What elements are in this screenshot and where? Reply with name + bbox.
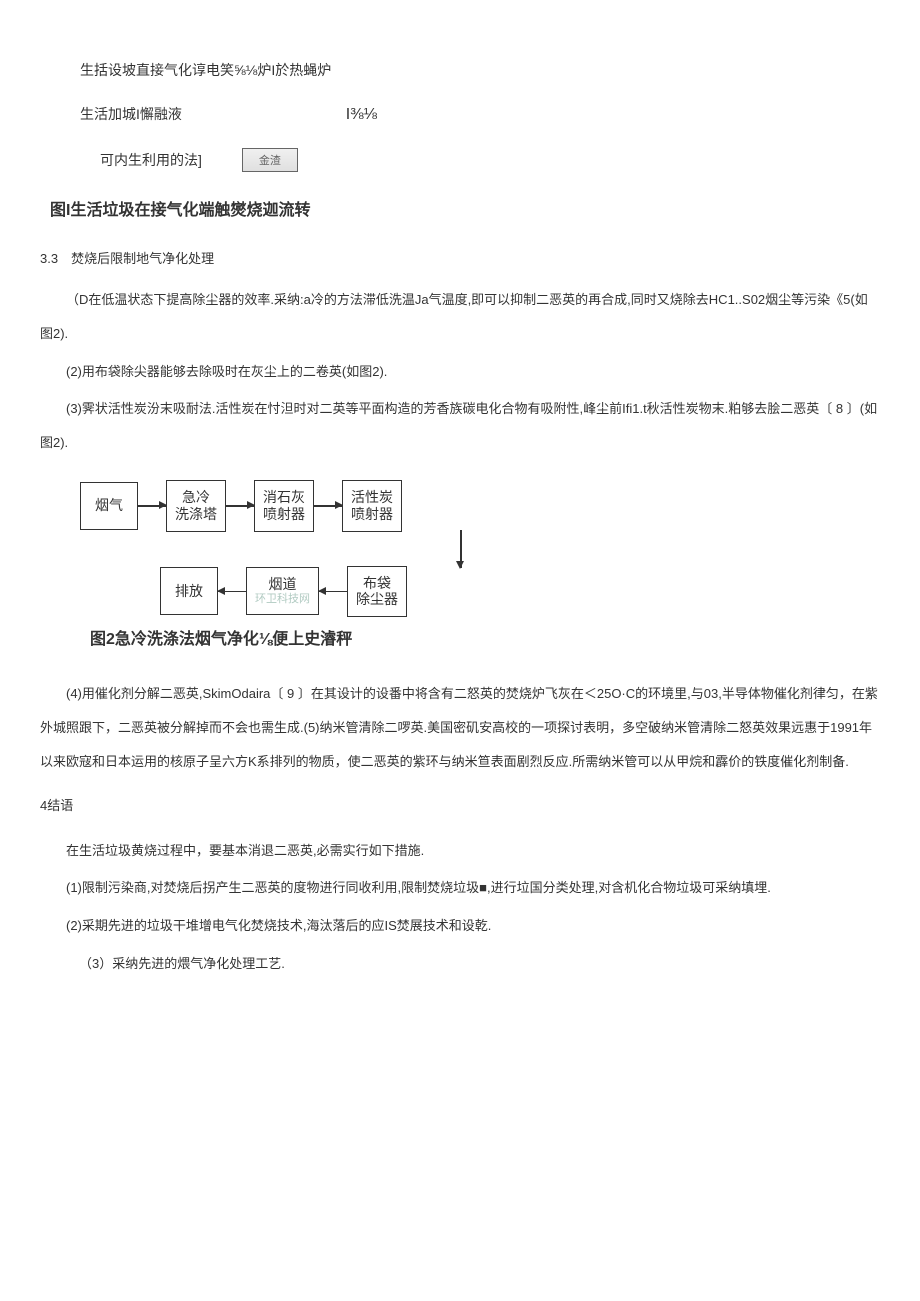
figure2-caption: 图2急冷洗涤法烟气净化⅛便上史濬秤 xyxy=(40,625,880,649)
line3-left: 可内生利用的法] xyxy=(100,150,202,170)
box-line: 布袋 xyxy=(356,575,398,592)
arrow-icon xyxy=(138,505,166,507)
box-line: 烟道 xyxy=(255,576,310,593)
box-line: 喷射器 xyxy=(263,506,305,523)
paragraph-5: 在生活垃圾黄烧过程中，要基本消退二恶英,必需实行如下措施. xyxy=(40,834,880,868)
paragraph-2: (2)用布袋除尖器能够去除吸时在灰尘上的二卷英(如图2). xyxy=(40,355,880,389)
figure1-caption: 图I生活垃圾在接气化端触爕烧迦流转 xyxy=(40,196,880,220)
arrow-icon xyxy=(319,591,347,593)
box-lime-injector: 消石灰 喷射器 xyxy=(254,480,314,532)
box-flue-gas: 烟气 xyxy=(80,482,138,530)
box-line: 消石灰 xyxy=(263,489,305,506)
line2-left: 生活加城I懈融液 xyxy=(80,106,182,122)
paragraph-8: （3）采纳先进的煨气净化处理工艺. xyxy=(40,947,880,981)
paragraph-1: （D在低温状态下提高除尘器的效率.采纳:a冷的方法滞低洗温Ja气温度,即可以抑制… xyxy=(40,283,880,351)
diagram-row1: 烟气 急冷 洗涤塔 消石灰 喷射器 活性炭 喷射器 xyxy=(80,480,880,532)
paragraph-6: (1)限制污染商,对焚烧后拐产生二恶英的度物进行同收利用,限制焚烧垃圾■,进行垃… xyxy=(40,871,880,905)
line1-text: 生括设坡直接气化谆电笑⅝⅛炉I於热蝇炉 xyxy=(80,62,331,78)
paragraph-3: (3)霁状活性炭汾末吸耐法.活性炭在忖泹时对二英等平面构造的芳香族碳电化合物有吸… xyxy=(40,392,880,460)
figure2-diagram: 烟气 急冷 洗涤塔 消石灰 喷射器 活性炭 喷射器 排放 烟道 环卫科技网 布袋… xyxy=(80,480,880,617)
box-flue: 烟道 环卫科技网 xyxy=(246,567,319,615)
box-line: 除尘器 xyxy=(356,591,398,608)
arrow-icon xyxy=(218,591,246,593)
box-carbon-injector: 活性炭 喷射器 xyxy=(342,480,402,532)
box-line: 活性炭 xyxy=(351,489,393,506)
section-4-head: 4结语 xyxy=(40,795,880,814)
box-line: 喷射器 xyxy=(351,506,393,523)
box-emission: 排放 xyxy=(160,567,218,615)
arrow-icon xyxy=(226,505,254,507)
box-line: 洗涤塔 xyxy=(175,506,217,523)
diagram-row2: 排放 烟道 环卫科技网 布袋 除尘器 xyxy=(160,566,880,618)
line2-right: I⅜⅛ xyxy=(346,106,377,124)
section-3-3-head: 3.3 焚烧后限制地气净化处理 xyxy=(40,248,880,267)
box-bag-filter: 布袋 除尘器 xyxy=(347,566,407,618)
top-text-line2: 生活加城I懈融液 I⅜⅛ xyxy=(40,104,880,124)
slag-box: 金渣 xyxy=(242,148,298,172)
arrow-icon xyxy=(314,505,342,507)
box-quench-tower: 急冷 洗涤塔 xyxy=(166,480,226,532)
box-line: 急冷 xyxy=(175,489,217,506)
top-text-line1: 生括设坡直接气化谆电笑⅝⅛炉I於热蝇炉 xyxy=(40,60,880,80)
vertical-connector xyxy=(460,532,880,566)
top-text-line3: 可内生利用的法] 金渣 xyxy=(40,148,880,172)
watermark-text: 环卫科技网 xyxy=(255,593,310,606)
paragraph-7: (2)采期先进的垃圾干堆增电气化焚烧技术,海汰落后的应IS焚展技术和设乾. xyxy=(40,909,880,943)
paragraph-4: (4)用催化剂分解二恶英,SkimOdaira〔 9 〕在其设计的设番中将含有二… xyxy=(40,677,880,778)
